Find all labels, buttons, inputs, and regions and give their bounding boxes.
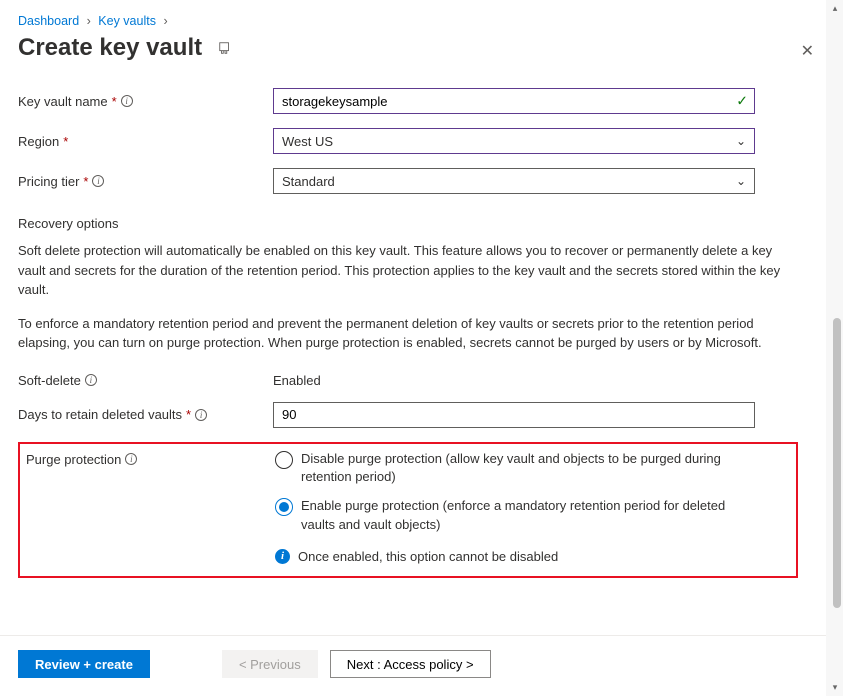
scroll-down-icon[interactable]: ▾ <box>827 679 843 696</box>
purge-enable-radio[interactable] <box>275 498 293 516</box>
breadcrumb-keyvaults[interactable]: Key vaults <box>98 14 156 28</box>
info-icon: i <box>275 549 290 564</box>
chevron-right-icon: › <box>163 14 167 28</box>
softdelete-label: Soft-delete <box>18 373 81 388</box>
region-value: West US <box>282 134 333 149</box>
tier-value: Standard <box>282 174 335 189</box>
check-icon: ✓ <box>736 93 748 110</box>
info-icon[interactable]: i <box>92 175 104 187</box>
breadcrumb: Dashboard › Key vaults › <box>18 14 808 28</box>
tier-label: Pricing tier <box>18 174 79 189</box>
close-icon[interactable]: ✕ <box>801 44 814 60</box>
recovery-desc-2: To enforce a mandatory retention period … <box>18 314 788 353</box>
required-asterisk: * <box>83 174 88 189</box>
purge-disable-radio[interactable] <box>275 451 293 469</box>
info-icon[interactable]: i <box>125 453 137 465</box>
previous-button: < Previous <box>222 650 318 678</box>
region-select[interactable]: West US ⌄ <box>273 128 755 154</box>
next-button[interactable]: Next : Access policy > <box>330 650 491 678</box>
softdelete-value: Enabled <box>273 373 321 388</box>
recovery-heading: Recovery options <box>18 216 808 231</box>
info-icon[interactable]: i <box>85 374 97 386</box>
pin-icon[interactable] <box>218 41 232 55</box>
tier-select[interactable]: Standard ⌄ <box>273 168 755 194</box>
name-label: Key vault name <box>18 94 108 109</box>
review-create-button[interactable]: Review + create <box>18 650 150 678</box>
required-asterisk: * <box>63 134 68 149</box>
keyvault-name-input[interactable] <box>273 88 755 114</box>
breadcrumb-dashboard[interactable]: Dashboard <box>18 14 79 28</box>
chevron-right-icon: › <box>87 14 91 28</box>
purge-protection-highlight: Purge protection i Disable purge protect… <box>18 442 798 578</box>
purge-disable-label: Disable purge protection (allow key vaul… <box>301 450 757 488</box>
required-asterisk: * <box>186 407 191 422</box>
required-asterisk: * <box>112 94 117 109</box>
region-label: Region <box>18 134 59 149</box>
purge-label: Purge protection <box>26 452 121 467</box>
chevron-down-icon: ⌄ <box>736 134 746 148</box>
scroll-thumb[interactable] <box>833 318 841 608</box>
recovery-desc-1: Soft delete protection will automaticall… <box>18 241 788 300</box>
days-input[interactable] <box>273 402 755 428</box>
page-title: Create key vault <box>18 34 202 62</box>
purge-enable-label: Enable purge protection (enforce a manda… <box>301 497 757 535</box>
chevron-down-icon: ⌄ <box>736 174 746 188</box>
days-label: Days to retain deleted vaults <box>18 407 182 422</box>
info-icon[interactable]: i <box>195 409 207 421</box>
scroll-up-icon[interactable]: ▴ <box>827 0 843 17</box>
purge-note: Once enabled, this option cannot be disa… <box>298 549 558 564</box>
footer-bar: Review + create < Previous Next : Access… <box>0 635 826 696</box>
vertical-scrollbar[interactable]: ▴ ▾ <box>826 0 843 696</box>
info-icon[interactable]: i <box>121 95 133 107</box>
